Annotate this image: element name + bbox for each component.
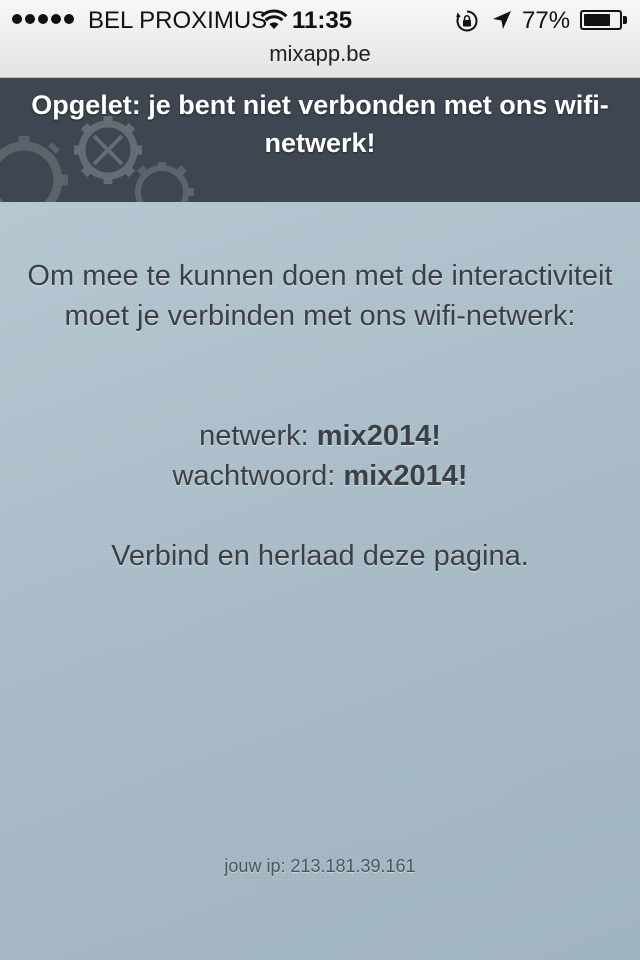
main-content: Om mee te kunnen doen met de interactivi… (0, 202, 640, 960)
rotation-lock-icon (456, 10, 478, 32)
wifi-icon (260, 9, 288, 29)
password-row: wachtwoord: mix2014! (0, 456, 640, 496)
location-arrow-icon (493, 11, 511, 29)
wifi-credentials: netwerk: mix2014! wachtwoord: mix2014! (0, 416, 640, 496)
network-label: netwerk: (199, 420, 317, 452)
battery-percentage: 77% (522, 7, 571, 34)
reload-instruction: Verbind en herlaad deze pagina. (111, 540, 529, 572)
address-bar-url[interactable]: mixapp.be (0, 40, 640, 68)
status-bar: BEL PROXIMUS 11:35 77% (0, 0, 640, 40)
warning-title: Opgelet: je bent niet verbonden met ons … (31, 90, 609, 158)
password-label: wachtwoord: (172, 460, 344, 492)
password-value: mix2014! (343, 460, 468, 492)
signal-strength-icon (12, 14, 74, 24)
ip-address: jouw ip: 213.181.39.161 (224, 856, 416, 876)
battery-level-fill (584, 14, 611, 26)
browser-chrome: BEL PROXIMUS 11:35 77% mixapp.be (0, 0, 640, 78)
warning-banner: Opgelet: je bent niet verbonden met ons … (0, 78, 640, 202)
instruction-text: Om mee te kunnen doen met de interactivi… (27, 260, 613, 332)
network-row: netwerk: mix2014! (0, 416, 640, 456)
network-name: mix2014! (316, 420, 441, 452)
carrier-name: BEL PROXIMUS (88, 7, 268, 34)
battery-icon (580, 10, 630, 30)
connect-instruction: Om mee te kunnen doen met de interactivi… (0, 256, 640, 336)
clock-time: 11:35 (292, 7, 353, 34)
